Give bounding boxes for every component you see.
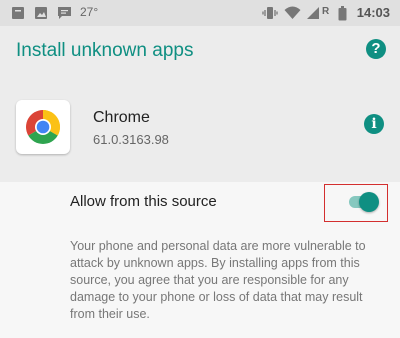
clock-text: 14:03 [356, 5, 390, 20]
status-bar: 27° R 14:03 [0, 0, 400, 26]
temperature-text: 27° [80, 5, 99, 19]
warning-description: Your phone and personal data are more vu… [70, 239, 366, 321]
vibrate-icon [262, 7, 278, 19]
wifi-icon [284, 6, 301, 19]
app-bar: Install unknown apps ? [0, 26, 400, 78]
notification-icon [12, 7, 24, 19]
app-name: Chrome [93, 109, 150, 126]
allow-source-label: Allow from this source [70, 193, 217, 210]
app-version: 61.0.3163.98 [93, 132, 169, 147]
image-icon [35, 7, 47, 19]
switch-thumb[interactable] [359, 192, 379, 212]
info-icon[interactable]: i [364, 114, 384, 134]
chrome-logo-icon [16, 100, 70, 154]
roaming-indicator: R [322, 6, 330, 17]
signal-icon [307, 7, 319, 19]
page-title: Install unknown apps [16, 40, 194, 61]
help-icon[interactable]: ? [366, 39, 386, 59]
battery-icon [338, 6, 347, 21]
settings-panel: Allow from this source Your phone and pe… [0, 182, 400, 338]
app-info-row[interactable]: Chrome 61.0.3163.98 i [0, 78, 400, 182]
message-icon [58, 7, 71, 19]
